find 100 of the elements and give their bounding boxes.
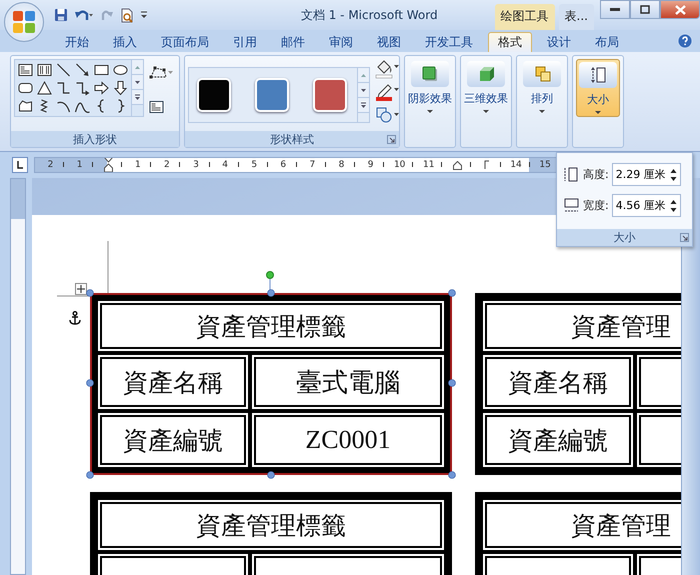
resize-handle[interactable] [267,471,275,479]
table-move-handle-icon[interactable] [75,283,87,295]
ribbon-tab[interactable]: 格式 [488,32,532,52]
field-label: 宽度: [583,198,609,213]
block-down-arrow-icon[interactable] [112,80,129,96]
ribbon-button[interactable]: 大小 [576,59,620,117]
indent-marker-icon[interactable] [104,158,114,172]
dialog-launcher-icon[interactable] [387,135,396,144]
field-label: 高度: [583,167,609,182]
height-icon [563,166,580,183]
triangle-icon[interactable] [36,80,53,96]
ruler-number: 14 [510,160,522,170]
ruler-tick-icon [528,162,531,167]
more-icon[interactable] [132,90,143,105]
close-icon [674,4,686,14]
help-icon[interactable] [678,34,692,48]
undo-icon[interactable] [74,8,94,22]
resize-handle[interactable] [86,379,94,387]
size-dimensions-icon [588,65,608,85]
table-cell: 資產管理 [485,502,681,548]
group-label: 形状样式 [270,132,314,146]
tab-stop-selector-icon[interactable] [12,157,28,173]
block-right-arrow-icon[interactable] [93,80,110,96]
resize-handle[interactable] [86,471,94,479]
ribbon-tab[interactable]: 引用 [224,32,266,52]
context-tab-header[interactable]: 绘图工具 [494,4,555,30]
save-icon[interactable] [54,8,68,22]
resize-handle[interactable] [448,471,456,479]
ruler-tick-icon [179,162,182,167]
ribbon-button[interactable]: 阴影效果 [408,59,452,115]
ribbon-button[interactable]: 三维效果 [464,59,508,115]
ruler-tick-icon [63,162,66,167]
ruler-tick-icon [441,162,444,167]
text-box-icon[interactable] [17,62,34,78]
ribbon-tab[interactable]: 插入 [104,32,146,52]
style-swatch[interactable] [313,78,347,112]
resize-handle[interactable] [267,289,275,297]
spinner-arrows-icon[interactable] [670,168,677,182]
elbow-arrow-icon[interactable] [74,80,91,96]
resize-handle[interactable] [448,289,456,297]
margin-marker-icon[interactable] [484,160,490,170]
ruler-tick-icon [92,162,94,167]
style-swatch[interactable] [197,78,231,112]
spin-box[interactable]: 2.29 厘米 [612,163,681,186]
arrow-icon[interactable] [74,62,91,78]
rotation-handle[interactable] [265,271,275,291]
table-cell: 資產編號 [485,415,631,465]
oval-icon[interactable] [112,62,129,78]
change-shape-icon[interactable] [374,105,400,125]
print-preview-icon[interactable] [120,8,134,22]
ribbon-tab[interactable]: 页面布局 [152,32,218,52]
ribbon-tab[interactable]: 布局 [586,32,628,52]
spin-box[interactable]: 4.56 厘米 [612,194,681,217]
rounded-rectangle-icon[interactable] [17,80,34,96]
table-cell: ZC0001 [254,415,442,465]
ribbon-tab[interactable]: 视图 [368,32,410,52]
scroll-down-icon[interactable] [132,75,143,90]
spinner-arrows-icon[interactable] [670,198,677,212]
edit-points-icon[interactable] [148,65,174,81]
right-indent-marker-icon[interactable] [453,160,462,170]
ribbon-tab[interactable]: 邮件 [272,32,314,52]
text-box-icon[interactable] [148,99,165,115]
vertical-text-box-icon[interactable] [36,62,53,78]
resize-handle[interactable] [86,289,94,297]
style-swatch[interactable] [255,78,289,112]
ribbon-tab[interactable]: 设计 [538,32,580,52]
caret-icon [595,111,601,114]
rectangle-icon[interactable] [93,62,110,78]
group-label: 大小 [614,230,636,245]
dialog-launcher-icon[interactable] [680,233,689,242]
minimize-button[interactable] [600,0,630,19]
context-tab-header[interactable]: 表... [558,4,594,30]
more-icon[interactable] [358,98,369,113]
table-cell: 資產名稱 [100,357,246,407]
fill-bucket-icon[interactable] [374,59,400,79]
scroll-down-icon[interactable] [358,83,369,98]
line-icon[interactable] [55,62,72,78]
ruler-number: 1 [134,160,141,170]
restore-icon [640,5,650,14]
resize-handle[interactable] [448,379,456,387]
pen-outline-icon[interactable] [374,82,400,102]
ruler-number: 8 [338,160,344,170]
ribbon-tab[interactable]: 开始 [56,32,98,52]
ruler-tick-icon [324,162,327,167]
ribbon-tab[interactable]: 审阅 [320,32,362,52]
ribbon-button[interactable]: 排列 [520,59,564,115]
customize-caret-icon[interactable] [140,10,148,20]
window-title: 文档 1 - Microsoft Word [300,6,439,24]
ruler-number: 2 [48,160,54,170]
freeform-shape-icon[interactable] [17,98,34,114]
ruler-tick-icon [500,162,502,167]
table-cell: 資產名稱 [485,357,631,407]
ruler-tick-icon [470,162,472,167]
close-button[interactable] [660,0,700,19]
ribbon-tab[interactable]: 开发工具 [416,32,482,52]
restore-button[interactable] [630,0,660,19]
shadow-effects-icon [420,64,440,84]
elbow-connector-icon[interactable] [55,80,72,96]
ruler-number: 2 [164,160,170,170]
ruler-tick-icon [150,162,152,167]
